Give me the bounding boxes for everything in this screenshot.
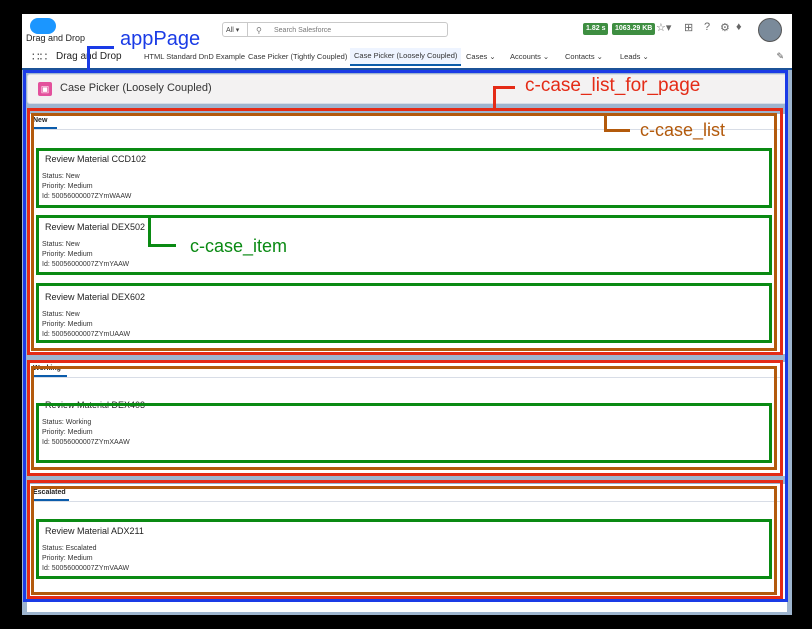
search-icon: ⚲ bbox=[256, 26, 262, 35]
salesforce-logo[interactable] bbox=[30, 18, 56, 34]
search-scope-select[interactable]: All ▾ bbox=[222, 22, 248, 37]
app-name-label: Drag and Drop bbox=[26, 33, 86, 43]
app-page-leader bbox=[87, 46, 90, 72]
case-item-outline-3 bbox=[36, 283, 772, 343]
setup-gear-icon[interactable]: ⚙ bbox=[720, 21, 730, 34]
annotation-case-list: c-case_list bbox=[640, 120, 726, 140]
case-item-outline-2 bbox=[36, 215, 772, 275]
perf-size-badge: 1063.29 KB bbox=[612, 23, 656, 35]
app-launcher-icon[interactable]: ∷∷ bbox=[32, 50, 47, 64]
tab-contacts[interactable]: Contacts ⌄ bbox=[565, 52, 603, 61]
case-list-for-page-leader bbox=[493, 86, 515, 89]
case-list-for-page-leader bbox=[493, 86, 496, 108]
case-list-leader bbox=[604, 129, 630, 132]
case-item-leader bbox=[148, 218, 151, 247]
favorites-star-icon[interactable]: ☆▾ bbox=[656, 21, 671, 34]
tab-html-standard-dnd[interactable]: HTML Standard DnD Example bbox=[144, 52, 245, 61]
perf-time-badge: 1.82 s bbox=[583, 23, 609, 35]
case-item-outline-4 bbox=[36, 403, 772, 463]
search-placeholder: Search Salesforce bbox=[274, 27, 332, 34]
tab-case-picker-loosely[interactable]: Case Picker (Loosely Coupled) bbox=[350, 48, 462, 66]
case-item-leader bbox=[148, 244, 176, 247]
help-icon[interactable]: ? bbox=[704, 21, 710, 33]
tab-accounts[interactable]: Accounts ⌄ bbox=[510, 52, 549, 61]
app-navigation-bar: ∷∷ Drag and Drop HTML Standard DnD Examp… bbox=[22, 48, 792, 70]
annotation-case-item: c-case_item bbox=[190, 236, 288, 256]
notifications-bell-icon[interactable]: ♦ bbox=[736, 21, 742, 33]
search-input[interactable]: ⚲ Search Salesforce bbox=[248, 22, 448, 37]
edit-nav-pencil-icon[interactable]: ✎ bbox=[776, 51, 784, 62]
tab-leads[interactable]: Leads ⌄ bbox=[620, 52, 649, 61]
tab-cases[interactable]: Cases ⌄ bbox=[466, 52, 496, 61]
annotation-case-list-for-page: c-case_list_for_page bbox=[525, 75, 701, 96]
app-page-leader bbox=[87, 46, 114, 49]
case-item-outline-1 bbox=[36, 148, 772, 208]
case-item-outline-5 bbox=[36, 519, 772, 579]
add-icon[interactable]: ⊞ bbox=[684, 21, 693, 34]
annotation-app-page: appPage bbox=[120, 28, 201, 50]
user-avatar[interactable] bbox=[758, 18, 782, 42]
tab-case-picker-tightly[interactable]: Case Picker (Tightly Coupled) bbox=[248, 52, 347, 61]
